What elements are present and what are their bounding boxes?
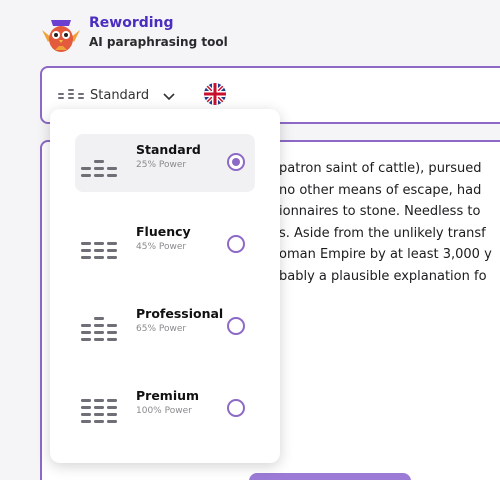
mode-option-premium[interactable]: Premium 100% Power — [75, 380, 255, 438]
power-bar — [107, 324, 117, 327]
mode-option-fluency[interactable]: Fluency 45% Power — [75, 216, 255, 274]
power-bar — [81, 338, 91, 341]
brand-subtitle: AI paraphrasing tool — [89, 35, 228, 49]
mode-option-standard[interactable]: Standard 25% Power — [75, 134, 255, 192]
power-bar — [94, 413, 104, 416]
mode-select[interactable]: Standard — [58, 84, 175, 106]
mode-power: 45% Power — [136, 242, 187, 252]
power-bar — [107, 399, 117, 402]
power-bar — [94, 242, 104, 245]
power-bar — [81, 413, 91, 416]
chevron-down-icon — [163, 86, 175, 105]
uk-flag-icon[interactable] — [204, 83, 226, 105]
power-bar — [81, 399, 91, 402]
mode-dropdown: Standard 25% Power Fluency 45% Power Pro… — [50, 109, 280, 463]
power-bar — [94, 167, 104, 170]
power-bar — [107, 256, 117, 259]
power-bar — [107, 406, 117, 409]
power-bar — [107, 331, 117, 334]
power-bar — [81, 324, 91, 327]
power-bar — [107, 174, 117, 177]
mode-name: Standard — [136, 142, 201, 157]
mode-radio[interactable] — [227, 317, 245, 335]
editor-line: oman Empire by at least 3,000 y — [279, 247, 492, 262]
mode-name: Fluency — [136, 224, 191, 239]
editor-line: ionnaires to stone. Needless to — [279, 204, 481, 219]
mode-radio[interactable] — [227, 235, 245, 253]
power-bar — [107, 413, 117, 416]
owl-logo-icon — [38, 12, 84, 54]
power-bar — [107, 167, 117, 170]
mode-bars-icon — [58, 86, 84, 105]
rephrase-button[interactable] — [249, 473, 411, 480]
editor-line: s. Aside from the unlikely transf — [279, 225, 486, 241]
power-bar — [94, 338, 104, 341]
power-bar — [94, 249, 104, 252]
power-level-icon — [81, 317, 117, 341]
brand-title: Rewording — [89, 15, 174, 31]
power-bar — [81, 242, 91, 245]
power-bar — [107, 420, 117, 423]
power-bar — [81, 406, 91, 409]
editor-line: bably a plausible explanation fo — [279, 268, 487, 284]
power-bar — [94, 331, 104, 334]
power-bar — [94, 174, 104, 177]
mode-radio[interactable] — [227, 399, 245, 417]
power-bar — [94, 406, 104, 409]
mode-name: Premium — [136, 388, 200, 403]
editor-line: no other means of escape, had — [279, 182, 482, 198]
mode-radio[interactable] — [227, 153, 245, 171]
editor-line: patron saint of cattle), pursued — [279, 161, 482, 176]
power-bar — [107, 242, 117, 245]
power-bar — [94, 399, 104, 402]
power-bar — [94, 420, 104, 423]
power-bar — [81, 331, 91, 334]
power-bar — [94, 256, 104, 259]
power-bar — [107, 249, 117, 252]
power-bar — [81, 256, 91, 259]
mode-name: Professional — [136, 306, 224, 321]
power-bar — [94, 160, 104, 163]
mode-power: 65% Power — [136, 324, 187, 334]
editor-text: patron saint of cattle), pursued no othe… — [279, 158, 500, 287]
radio-selected-dot — [232, 158, 240, 166]
mode-power: 100% Power — [136, 406, 192, 416]
power-level-icon — [81, 160, 117, 177]
power-bar — [81, 249, 91, 252]
power-bar — [81, 167, 91, 170]
power-bar — [81, 420, 91, 423]
power-level-icon — [81, 242, 117, 259]
mode-power: 25% Power — [136, 160, 187, 170]
power-level-icon — [81, 399, 117, 423]
power-bar — [81, 174, 91, 177]
power-bar — [94, 324, 104, 327]
power-bar — [107, 338, 117, 341]
power-bar — [94, 317, 104, 320]
mode-option-professional[interactable]: Professional 65% Power — [75, 298, 255, 356]
mode-select-label: Standard — [90, 87, 150, 103]
